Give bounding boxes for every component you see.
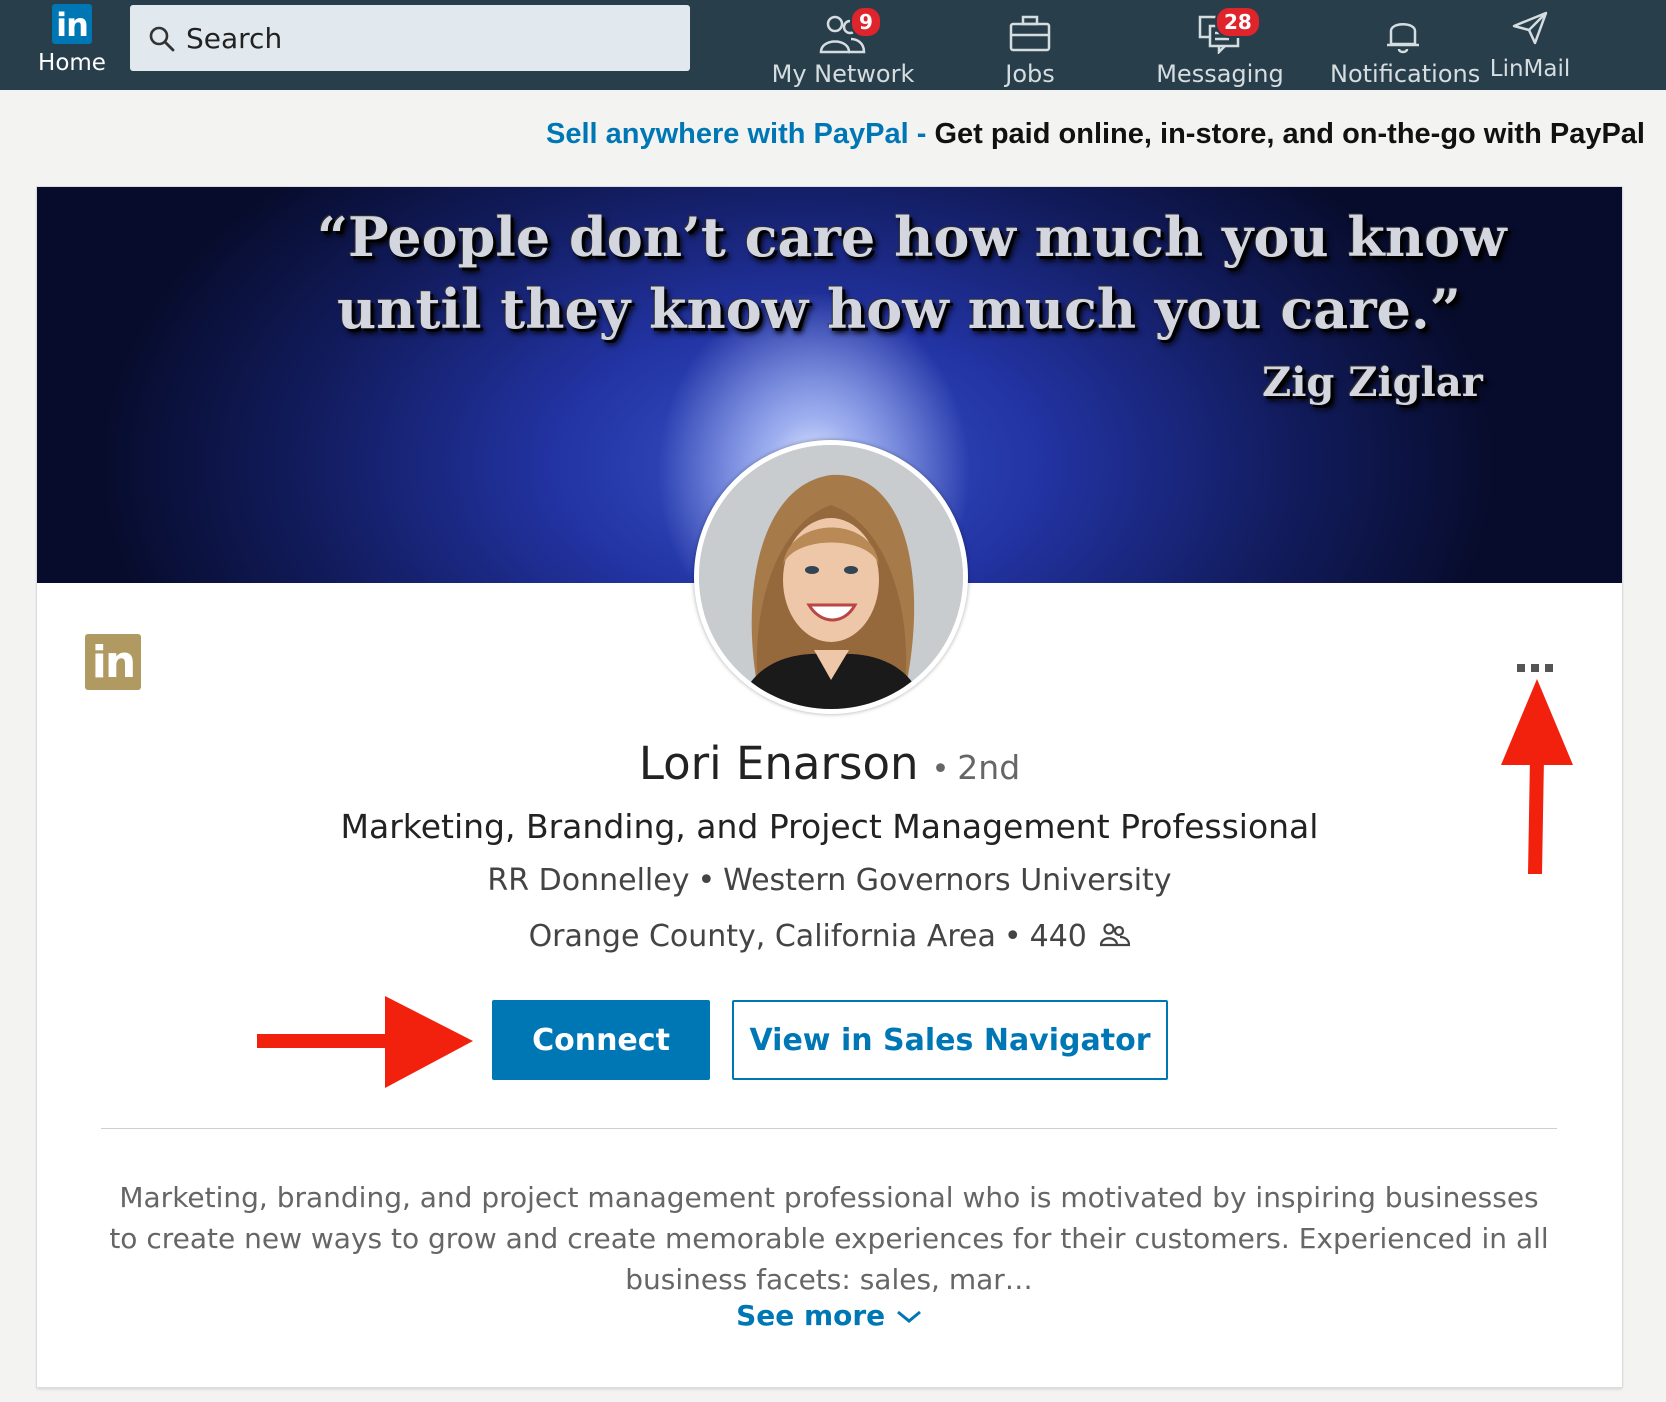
ad-link[interactable]: Sell anywhere with PayPal: [546, 118, 909, 150]
separator-dot: •: [1003, 919, 1022, 954]
current-company[interactable]: RR Donnelley: [487, 863, 689, 898]
nav-notifications-label: Notifications: [1330, 60, 1481, 88]
briefcase-icon: [1009, 15, 1051, 52]
search-input[interactable]: Search: [130, 5, 690, 71]
company-school-row: RR Donnelley • Western Governors Universit…: [37, 863, 1622, 898]
profile-headline: Marketing, Branding, and Project Managem…: [340, 807, 1319, 846]
profile-photo-illustration: [699, 445, 963, 709]
search-icon: [149, 26, 175, 52]
more-dot-icon: [1517, 664, 1525, 672]
more-dot-icon: [1545, 664, 1553, 672]
banner-quote-author: Zig Ziglar: [1262, 359, 1483, 406]
banner-quote-line1: “People don’t care how much you know: [317, 205, 1507, 269]
nav-jobs-label: Jobs: [1005, 60, 1055, 88]
nav-jobs[interactable]: Jobs: [990, 0, 1070, 90]
profile-location: Orange County, California Area: [528, 919, 996, 954]
nav-home-label: Home: [38, 50, 106, 76]
name-separator-dot: •: [931, 752, 950, 787]
linkedin-premium-icon: in: [85, 634, 141, 690]
connections-count[interactable]: 440: [1030, 919, 1087, 954]
network-badge: 9: [850, 6, 882, 38]
nav-linmail-label: LinMail: [1489, 56, 1571, 82]
bell-icon: [1387, 23, 1419, 54]
chevron-down-icon: [896, 1310, 921, 1323]
messaging-badge: 28: [1215, 6, 1261, 38]
nav-my-network-label: My Network: [771, 60, 915, 88]
linkedin-logo-icon: in: [52, 4, 92, 44]
location-row: Orange County, California Area • 440: [37, 919, 1622, 954]
profile-photo[interactable]: [694, 440, 968, 714]
sponsored-ad[interactable]: Sell anywhere with PayPal - Get paid onl…: [546, 118, 1645, 151]
ad-text: Get paid online, in-store, and on-the-go…: [934, 118, 1645, 150]
nav-notifications[interactable]: Notifications: [1330, 0, 1481, 90]
connections-icon: [1100, 923, 1131, 947]
more-dot-icon: [1531, 664, 1539, 672]
name-row: Lori Enarson • 2nd: [37, 737, 1622, 790]
profile-card: “People don’t care how much you know unt…: [37, 187, 1622, 1387]
connection-degree: 2nd: [957, 748, 1021, 787]
search-placeholder: Search: [186, 22, 283, 55]
top-nav-bar: in Home Search 9 My Network Jobs 28 Mess…: [0, 0, 1666, 90]
annotation-arrow-up-icon: [1501, 679, 1573, 874]
profile-summary: Marketing, branding, and project managem…: [109, 1181, 1549, 1296]
separator-dot: •: [697, 863, 716, 898]
more-actions-button[interactable]: [1517, 657, 1565, 677]
connect-button[interactable]: Connect: [492, 1000, 710, 1080]
banner-quote-line2: until they know how much you care.”: [337, 277, 1461, 341]
education-school[interactable]: Western Governors University: [723, 863, 1171, 898]
see-more-label: See more: [736, 1299, 886, 1332]
nav-home[interactable]: in Home: [38, 4, 106, 76]
annotation-arrow-right-icon: [257, 996, 473, 1088]
nav-my-network[interactable]: 9 My Network: [768, 0, 918, 90]
section-divider: [101, 1128, 1557, 1129]
see-more-link[interactable]: See more: [37, 1299, 1622, 1332]
view-in-sales-navigator-button[interactable]: View in Sales Navigator: [732, 1000, 1168, 1080]
nav-linmail[interactable]: LinMail: [1486, 0, 1574, 90]
ad-separator: -: [908, 118, 935, 150]
profile-name: Lori Enarson: [638, 737, 919, 790]
nav-messaging[interactable]: 28 Messaging: [1155, 0, 1285, 90]
nav-messaging-label: Messaging: [1156, 60, 1284, 88]
paper-plane-icon: [1512, 11, 1548, 45]
